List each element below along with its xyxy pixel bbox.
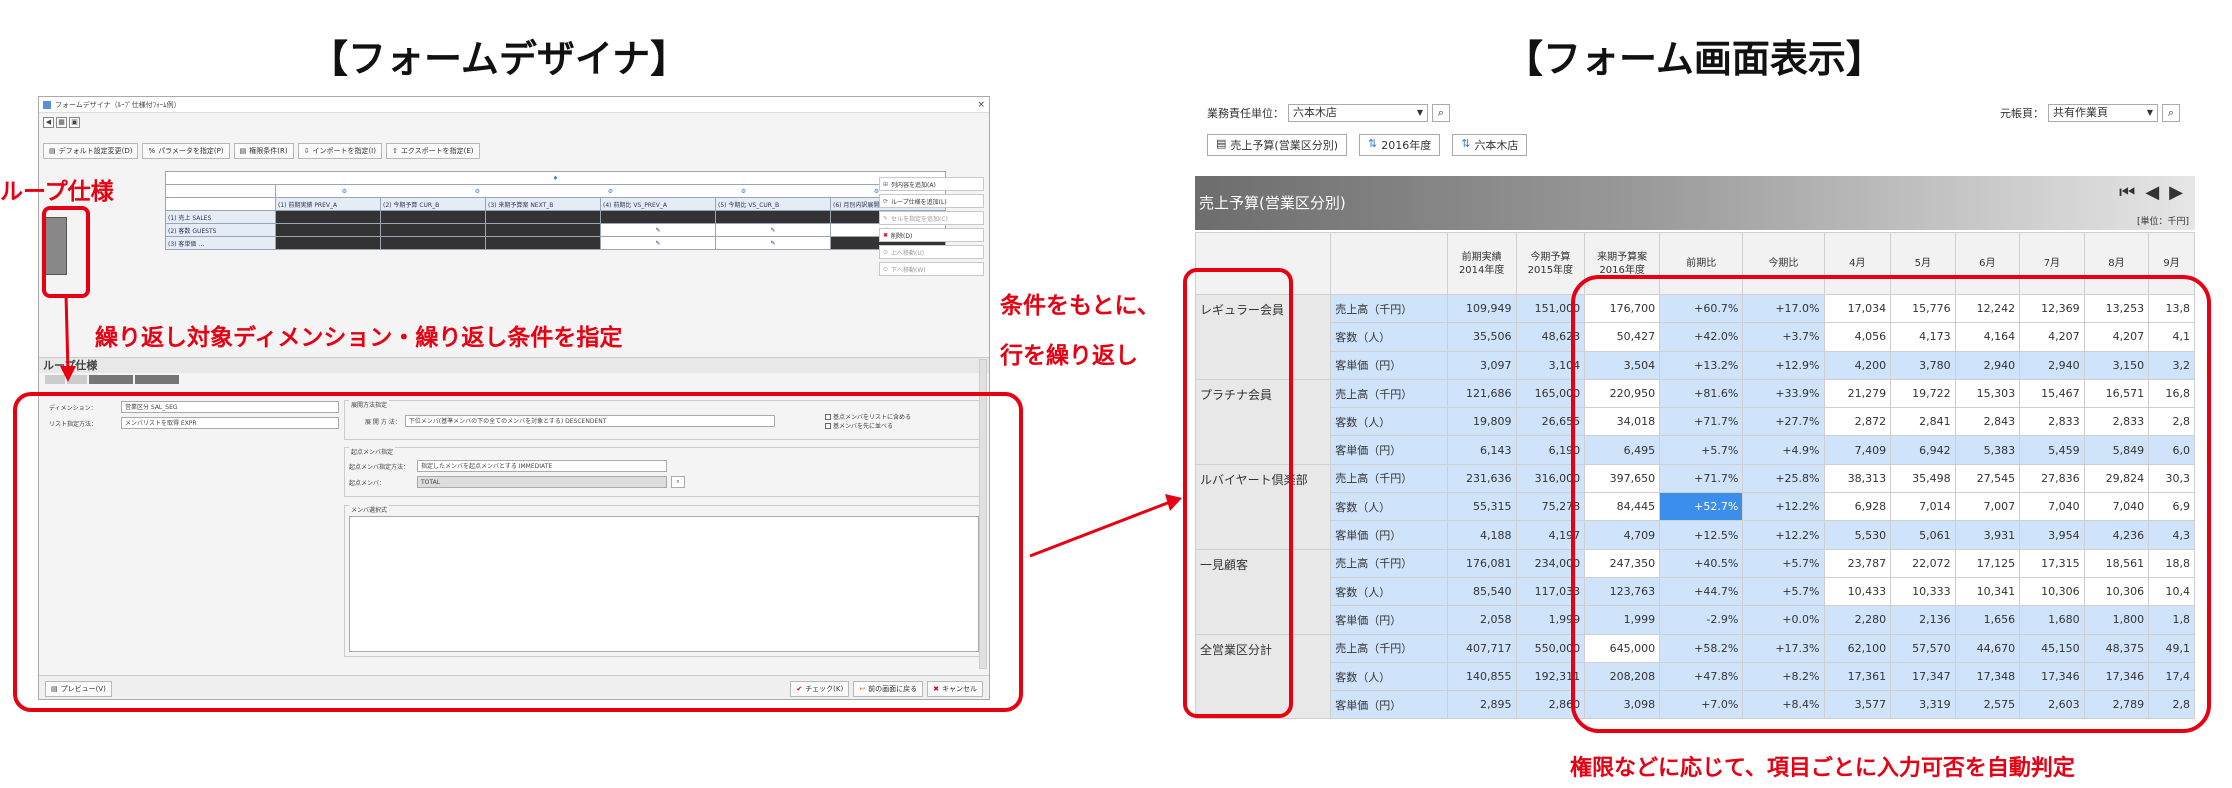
table-cell: 6,143 (1446, 435, 1517, 465)
right-arrow (1029, 500, 1171, 558)
next-page-icon[interactable]: ▶ (2169, 182, 2183, 203)
form-tags: ▤ 売上予算(営業区分別) ⇅ 2016年度 ⇅ 六本木店 (1207, 134, 1528, 156)
table-cell: 121,686 (1446, 378, 1517, 409)
form-tag[interactable]: ⇅ 六本木店 (1452, 134, 1528, 156)
table-cell: 231,636 (1446, 463, 1517, 494)
table-cell: 2,058 (1446, 605, 1517, 635)
down-arrow-head (60, 366, 76, 382)
table-corner (1330, 232, 1448, 295)
form-tag[interactable]: ⇅ 2016年度 (1359, 134, 1441, 156)
row-label: 客単価（円） (1330, 435, 1448, 465)
sheet-icon: ▤ (1216, 137, 1227, 150)
form-tag[interactable]: ▤ 売上予算(営業区分別) (1207, 134, 1347, 156)
column-header: 前期実績 2014年度 (1446, 232, 1517, 295)
row-label: 客単価（円） (1330, 520, 1448, 550)
table-cell: 176,081 (1446, 548, 1517, 578)
down-arrow (64, 293, 70, 373)
row-label: 客数（人） (1330, 407, 1448, 437)
row-label: 客数（人） (1330, 576, 1448, 607)
unit-label: 業務責任単位： (1207, 107, 1284, 120)
scenario-select[interactable]: 共有作業頁 ▼ (2048, 104, 2158, 122)
condition-annotation-1: 条件をもとに、 (1000, 293, 1160, 319)
table-cell: 4,188 (1446, 520, 1517, 550)
swap-icon: ⇅ (1368, 137, 1378, 150)
table-cell: 85,540 (1446, 576, 1517, 607)
unit-selector-row: 業務責任単位： 六本木店 ▼ ⌕ (1207, 104, 1450, 122)
column-header: 今期予算 2015年度 (1515, 232, 1586, 295)
table-cell: 19,809 (1446, 407, 1517, 437)
first-page-icon[interactable]: ⏮ (2119, 182, 2135, 203)
row-label: 客数（人） (1330, 661, 1448, 692)
table-cell: 55,315 (1446, 492, 1517, 522)
table-cell: 140,855 (1446, 661, 1517, 692)
unit-select[interactable]: 六本木店 ▼ (1288, 104, 1428, 122)
row-label: 客数（人） (1330, 322, 1448, 352)
dropdown-arrow-icon: ▼ (2146, 108, 2153, 117)
dropdown-arrow-icon: ▼ (1416, 108, 1423, 117)
row-label: 客単価（円） (1330, 350, 1448, 380)
row-label: 客単価（円） (1330, 605, 1448, 635)
row-label: 売上高（千円） (1330, 378, 1448, 409)
group-column-highlight (1183, 268, 1293, 718)
row-label: 売上高（千円） (1330, 633, 1448, 663)
right-arrow-head (1165, 494, 1182, 511)
swap-icon: ⇅ (1461, 137, 1471, 150)
editable-cells-highlight (1571, 275, 2211, 733)
page-nav: ⏮ ◀ ▶ (2119, 182, 2183, 203)
row-label: 売上高（千円） (1330, 293, 1448, 324)
row-label: 売上高（千円） (1330, 463, 1448, 494)
form-banner: 売上予算(営業区分別) ⏮ ◀ ▶ [単位：千円] (1195, 176, 2195, 230)
table-cell: 109,949 (1446, 293, 1517, 324)
auto-judge-annotation: 権限などに応じて、項目ごとに入力可否を自動判定 (1570, 756, 2075, 781)
table-cell: 407,717 (1446, 633, 1517, 663)
banner-title: 売上予算(営業区分別) (1199, 194, 1346, 212)
scenario-label: 元帳頁： (2000, 107, 2044, 120)
table-cell: 2,895 (1446, 690, 1517, 720)
condition-annotation-2: 行を繰り返し (1000, 343, 1138, 369)
search-icon[interactable]: ⌕ (2162, 104, 2180, 122)
table-cell: 35,506 (1446, 322, 1517, 352)
prev-page-icon[interactable]: ◀ (2145, 182, 2159, 203)
row-label: 客数（人） (1330, 492, 1448, 522)
row-label: 売上高（千円） (1330, 548, 1448, 578)
scenario-selector-row: 元帳頁： 共有作業頁 ▼ ⌕ (2000, 104, 2180, 122)
search-icon[interactable]: ⌕ (1432, 104, 1450, 122)
table-cell: 3,097 (1446, 350, 1517, 380)
row-label: 客単価（円） (1330, 690, 1448, 720)
unit-note: [単位：千円] (2136, 217, 2189, 227)
